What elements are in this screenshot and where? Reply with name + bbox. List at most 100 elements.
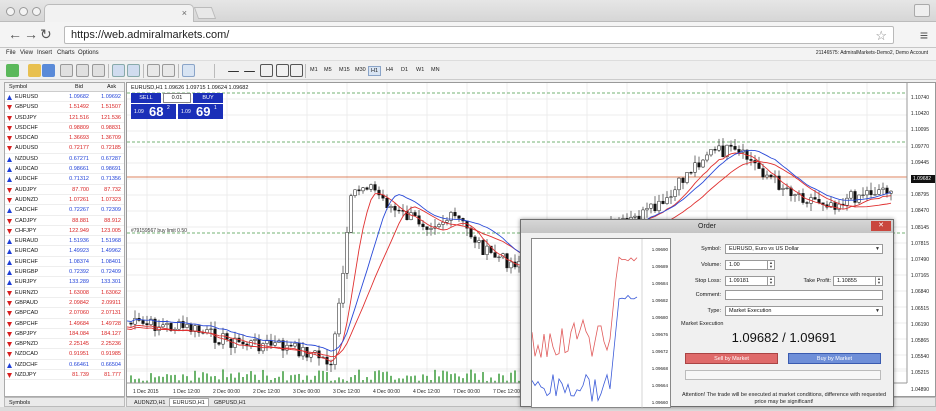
window-dot-icon[interactable] xyxy=(6,7,15,16)
reload-icon[interactable]: ↻ xyxy=(40,27,52,41)
market-watch-row[interactable]: NZDCHF 0.66461 0.66504 xyxy=(5,360,124,371)
market-watch-row[interactable]: EURCAD 1.49923 1.49962 xyxy=(5,246,124,257)
chart-tab-audnzd[interactable]: AUDNZD,H1 xyxy=(131,400,168,406)
type-select[interactable]: Market Execution ▼ xyxy=(725,306,883,316)
fibo-tool-icon[interactable] xyxy=(290,64,303,77)
market-watch-row[interactable]: EURGBP 0.72392 0.72409 xyxy=(5,267,124,278)
market-watch-row[interactable]: AUDUSD 0.72177 0.72185 xyxy=(5,143,124,154)
candlestick-icon[interactable] xyxy=(76,64,89,77)
price-tick-label: 1.06190 xyxy=(910,321,929,328)
timeframe-d1[interactable]: D1 xyxy=(399,66,410,74)
close-icon[interactable]: × xyxy=(182,8,187,18)
bar-chart-icon[interactable] xyxy=(60,64,73,77)
market-watch-row[interactable]: GBPAUD 2.09842 2.09911 xyxy=(5,298,124,309)
menu-icon[interactable]: ≡ xyxy=(920,27,928,43)
menu-insert[interactable]: Insert xyxy=(37,50,52,56)
take-profit-spinner[interactable]: ▲ ▼ xyxy=(875,277,882,285)
line-chart-icon[interactable] xyxy=(92,64,105,77)
timeframe-m1[interactable]: M1 xyxy=(308,66,320,74)
profiles-icon[interactable] xyxy=(28,64,41,77)
market-watch-row[interactable]: NZDJPY 81.739 81.777 xyxy=(5,370,124,381)
market-watch-row[interactable]: GBPNZD 2.25145 2.25236 xyxy=(5,339,124,350)
menu-file[interactable]: File xyxy=(6,50,16,56)
quick-volume-input[interactable]: 0.01 xyxy=(163,93,191,103)
window-dot-icon[interactable] xyxy=(32,7,41,16)
timeframe-w1[interactable]: W1 xyxy=(414,66,426,74)
market-watch-row[interactable]: EURJPY 133.289 133.301 xyxy=(5,277,124,288)
market-watch-row[interactable]: CHFJPY 122.949 123.005 xyxy=(5,226,124,237)
header-bid[interactable]: Bid xyxy=(75,84,83,90)
timeframe-h4[interactable]: H4 xyxy=(384,66,395,74)
sell-price[interactable]: 1.09 68 2 xyxy=(131,104,176,119)
market-watch-row[interactable]: NZDUSD 0.67271 0.67287 xyxy=(5,154,124,165)
sell-by-market-button[interactable]: Sell by Market xyxy=(685,353,778,364)
timeframe-mn[interactable]: MN xyxy=(429,66,442,74)
chart-shift-icon[interactable] xyxy=(162,64,175,77)
chart-tab-gbpusd[interactable]: GBPUSD,H1 xyxy=(211,400,249,406)
zoom-out-icon[interactable] xyxy=(127,64,140,77)
buy-by-market-button[interactable]: Buy by Market xyxy=(788,353,881,364)
market-watch-row[interactable]: GBPJPY 184.084 184.127 xyxy=(5,329,124,340)
chart-tab-eurusd[interactable]: EURUSD,H1 xyxy=(169,398,209,407)
url-text[interactable]: https://web.admiralmarkets.com/ xyxy=(71,29,229,41)
menu-view[interactable]: View xyxy=(20,50,33,56)
menu-charts[interactable]: Charts xyxy=(57,50,75,56)
stop-loss-input[interactable]: 1.09181 ▲ ▼ xyxy=(725,276,775,286)
symbol-select[interactable]: EURUSD, Euro vs US Dollar ▼ xyxy=(725,244,883,254)
timeframe-m15[interactable]: M15 xyxy=(337,66,352,74)
market-watch-row[interactable]: AUDCAD 0.98661 0.98691 xyxy=(5,164,124,175)
market-watch-row[interactable]: USDCHF 0.98809 0.98831 xyxy=(5,123,124,134)
menu-options[interactable]: Options xyxy=(78,50,99,56)
ask-price: 2.07131 xyxy=(101,310,121,317)
market-watch-row[interactable]: AUDCHF 0.71312 0.71356 xyxy=(5,174,124,185)
label-tool-icon[interactable] xyxy=(276,64,289,77)
volume-input[interactable]: 1.00 ▲ ▼ xyxy=(725,260,775,270)
market-watch-row[interactable]: USDJPY 121.516 121.536 xyxy=(5,113,124,123)
forward-icon[interactable]: → xyxy=(24,27,38,41)
close-icon[interactable]: ✕ xyxy=(871,221,891,231)
market-watch-row[interactable]: CADJPY 88.881 88.912 xyxy=(5,216,124,226)
window-button[interactable] xyxy=(914,4,930,17)
timeframe-m5[interactable]: M5 xyxy=(322,66,334,74)
line-tool-icon[interactable] xyxy=(228,71,239,72)
autoscroll-icon[interactable] xyxy=(147,64,160,77)
market-watch-icon[interactable] xyxy=(42,64,55,77)
market-watch-row[interactable]: EURAUD 1.51936 1.51968 xyxy=(5,236,124,247)
market-watch-row[interactable]: AUDNZD 1.07261 1.07323 xyxy=(5,195,124,206)
quick-sell-button[interactable]: SELL xyxy=(131,93,161,103)
market-watch-row[interactable]: EURCHF 1.08374 1.08401 xyxy=(5,257,124,268)
market-watch-row[interactable]: NZDCAD 0.91951 0.91985 xyxy=(5,349,124,360)
buy-price[interactable]: 1.09 69 1 xyxy=(178,104,223,119)
new-tab-button[interactable] xyxy=(193,7,217,19)
stop-loss-spinner[interactable]: ▲ ▼ xyxy=(767,277,774,285)
hline-tool-icon[interactable] xyxy=(244,71,255,72)
quick-buy-button[interactable]: BUY xyxy=(193,93,223,103)
comment-input[interactable] xyxy=(725,290,883,300)
market-watch-row[interactable]: EURUSD 1.09682 1.09692 xyxy=(5,92,124,103)
timeframe-h1[interactable]: H1 xyxy=(368,66,382,76)
volume-spinner[interactable]: ▲ ▼ xyxy=(767,261,774,269)
market-watch-row[interactable]: GBPCAD 2.07060 2.07131 xyxy=(5,308,124,319)
market-watch-row[interactable]: EURNZD 1.63008 1.63062 xyxy=(5,288,124,298)
market-watch-row[interactable]: GBPUSD 1.51492 1.51507 xyxy=(5,102,124,113)
star-icon[interactable]: ☆ xyxy=(875,28,887,44)
timeframe-m30[interactable]: M30 xyxy=(353,66,368,74)
window-dot-icon[interactable] xyxy=(19,7,28,16)
header-symbol[interactable]: Symbol xyxy=(9,84,27,90)
cursor-icon[interactable] xyxy=(182,64,195,77)
tab-symbols[interactable]: Symbols xyxy=(9,400,30,406)
browser-tab[interactable]: × xyxy=(44,4,194,22)
crosshair-icon[interactable] xyxy=(197,64,210,77)
take-profit-input[interactable]: 1.10855 ▲ ▼ xyxy=(833,276,883,286)
market-watch-row[interactable]: USDCAD 1.36693 1.36709 xyxy=(5,133,124,144)
back-icon[interactable]: ← xyxy=(8,27,22,41)
market-watch-row[interactable]: AUDJPY 87.700 87.732 xyxy=(5,185,124,195)
ask-price: 1.36709 xyxy=(101,135,121,142)
zoom-in-icon[interactable] xyxy=(112,64,125,77)
market-watch-row[interactable]: GBPCHF 1.49684 1.49728 xyxy=(5,319,124,329)
new-chart-icon[interactable] xyxy=(6,64,19,77)
header-ask[interactable]: Ask xyxy=(107,84,116,90)
text-tool-icon[interactable] xyxy=(260,64,273,77)
market-watch-row[interactable]: CADCHF 0.72267 0.72309 xyxy=(5,205,124,216)
address-bar[interactable]: https://web.admiralmarkets.com/ ☆ xyxy=(64,26,894,44)
